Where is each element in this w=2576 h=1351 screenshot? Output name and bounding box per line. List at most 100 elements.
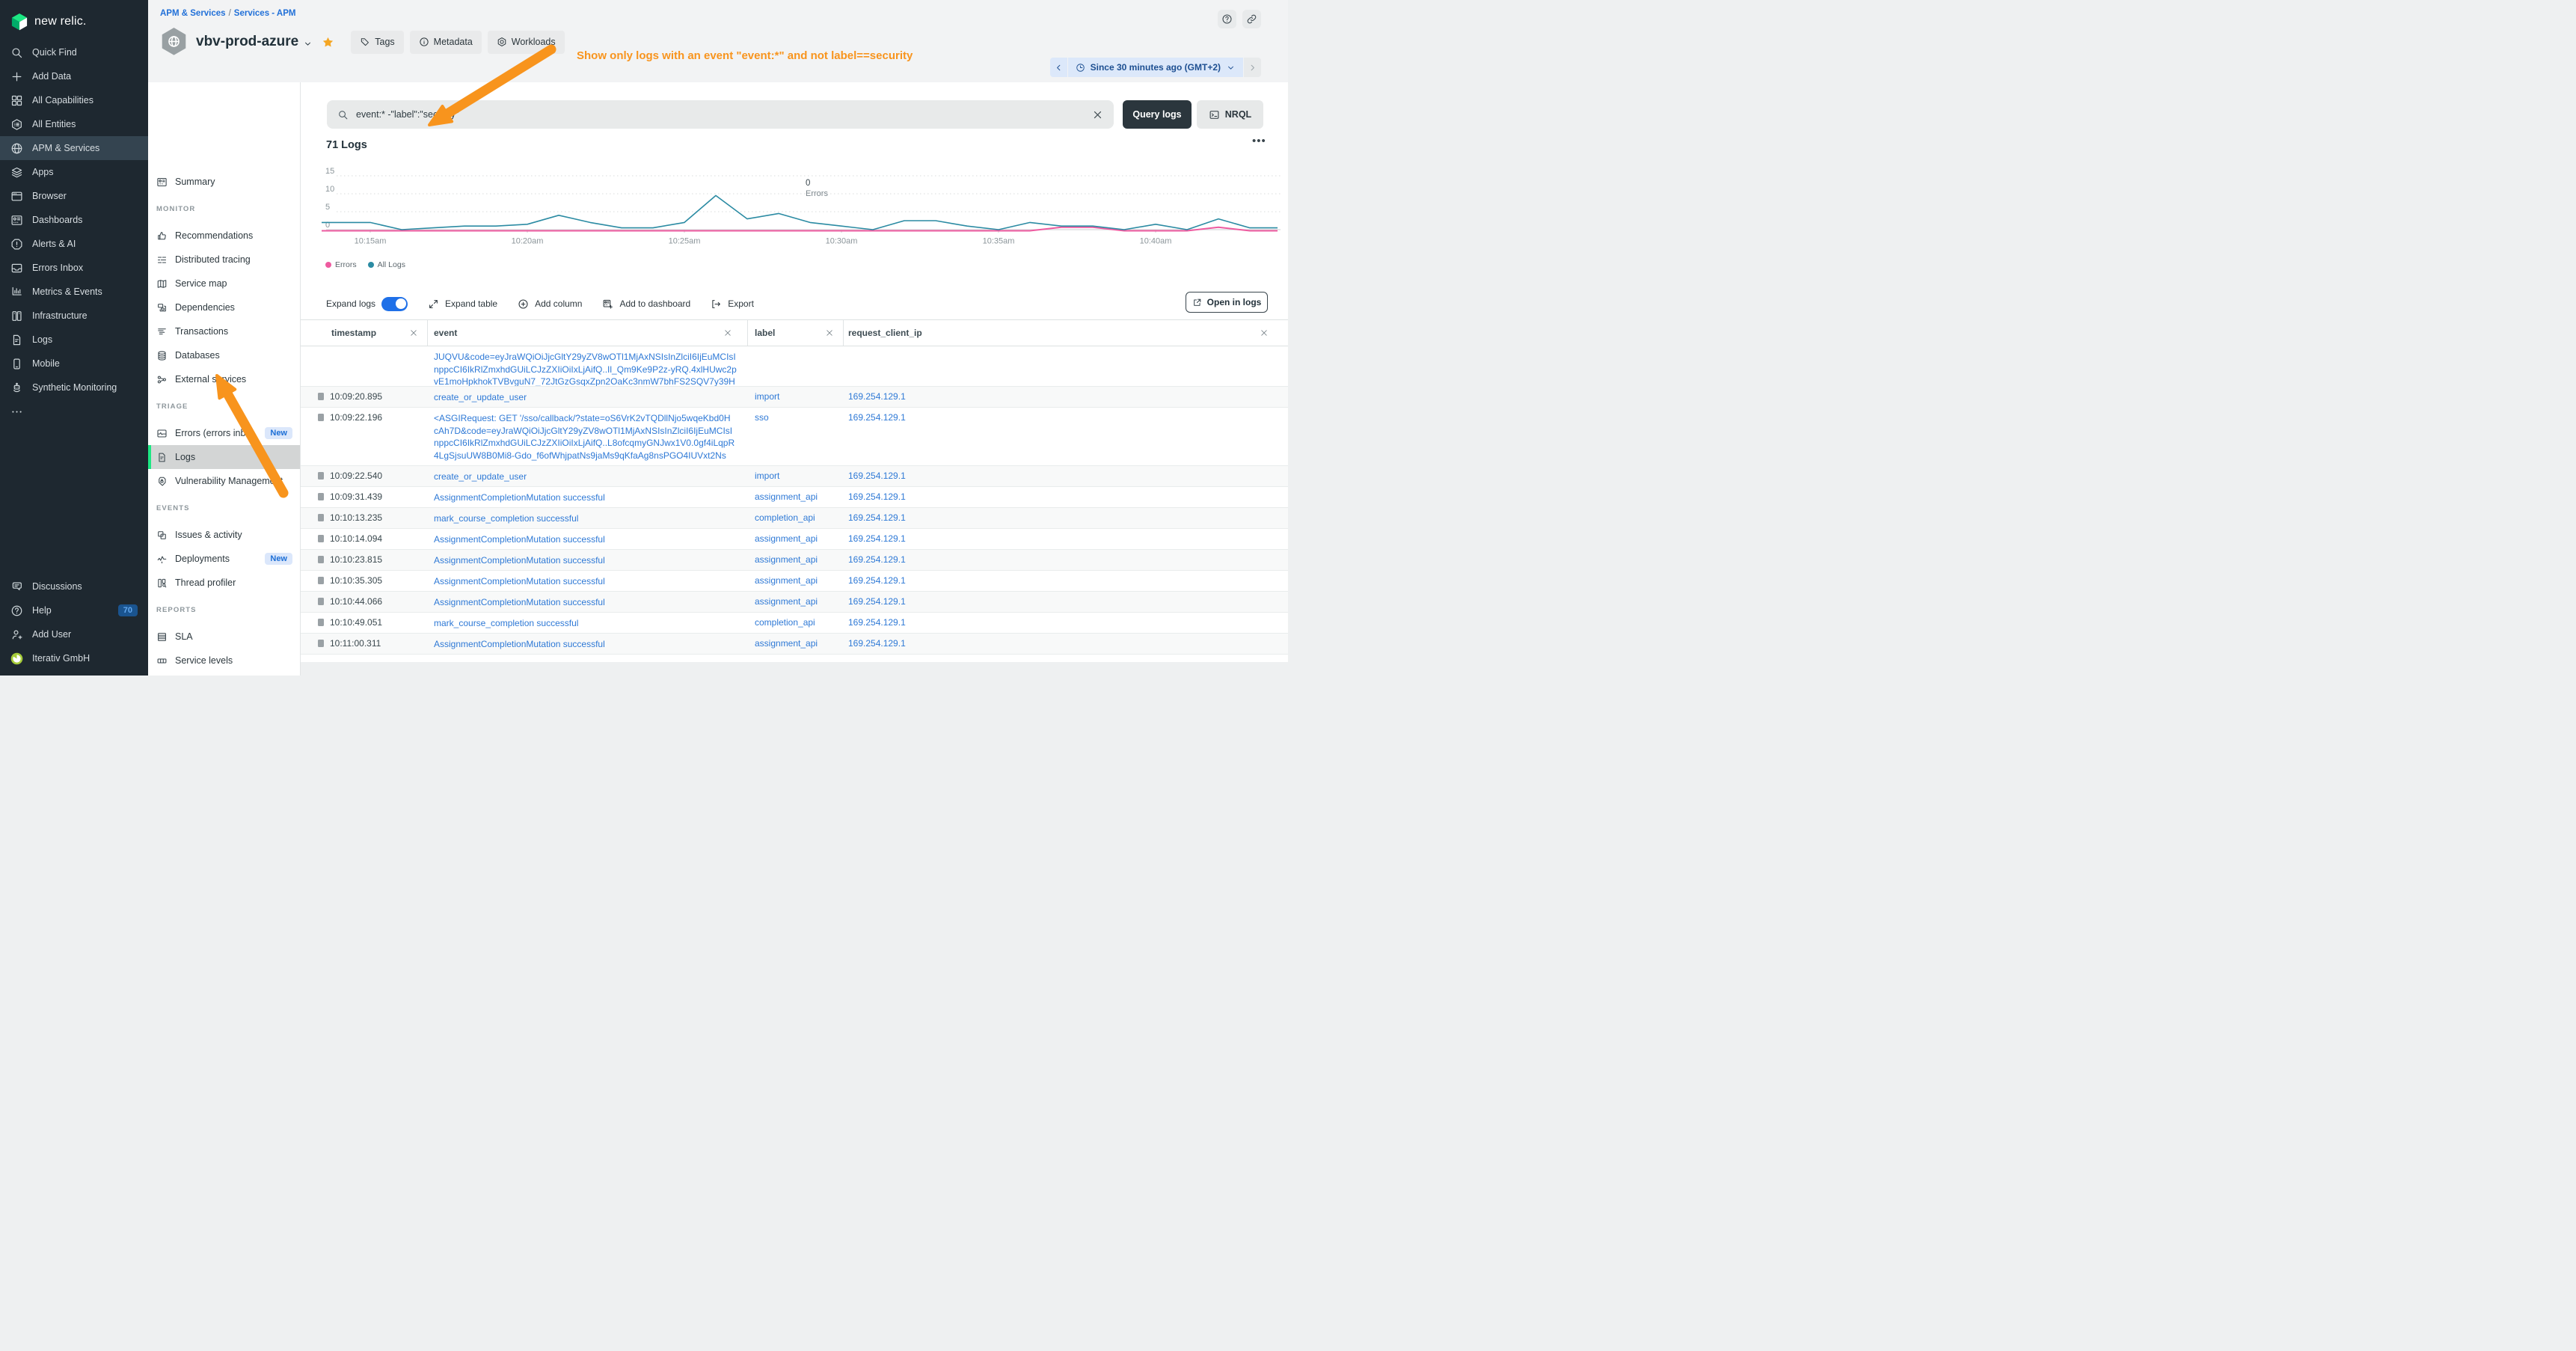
ip-link[interactable]: 169.254.129.1 [848, 575, 906, 586]
table-row[interactable]: 10:09:22.540create_or_update_userimport1… [301, 466, 1288, 487]
event-link[interactable]: 4LgSjsuUW8B0Mi8-Gdo_f6ofWhjpatNs9jaMs9qK… [434, 450, 748, 462]
event-link[interactable]: <ASGIRequest: GET '/sso/callback/?state=… [434, 412, 748, 425]
table-row[interactable]: 10:09:22.196<ASGIRequest: GET '/sso/call… [301, 408, 1288, 466]
expand-logs-toggle[interactable] [381, 297, 408, 311]
legend-item-all-logs[interactable]: All Logs [368, 260, 405, 269]
sidebar-item-infrastructure[interactable]: Infrastructure [0, 304, 148, 328]
table-row[interactable]: 10:09:31.439AssignmentCompletionMutation… [301, 487, 1288, 508]
sidebar-item-errors-inbox[interactable]: Errors Inbox [0, 256, 148, 280]
subnav-item-summary[interactable]: Summary [148, 170, 300, 194]
table-row[interactable]: 10:10:23.815AssignmentCompletionMutation… [301, 550, 1288, 571]
remove-column-icon[interactable] [825, 328, 834, 337]
sidebar-item-more[interactable] [0, 399, 148, 423]
subnav-item-thread-profiler[interactable]: Thread profiler [148, 571, 300, 595]
subnav-item-service-levels[interactable]: Service levels [148, 649, 300, 673]
ip-link[interactable]: 169.254.129.1 [848, 471, 906, 481]
event-link[interactable]: create_or_update_user [434, 471, 748, 483]
sidebar-item-quick-find[interactable]: Quick Find [0, 40, 148, 64]
label-link[interactable]: import [755, 391, 779, 402]
open-in-logs-button[interactable]: Open in logs [1186, 292, 1268, 313]
subnav-item-issues-activity[interactable]: Issues & activity [148, 523, 300, 547]
chart-options-menu[interactable]: ••• [1252, 135, 1266, 147]
event-link[interactable]: JUQVU&code=eyJraWQiOiJjcGltY29yZV8wOTl1M… [434, 351, 748, 364]
sidebar-item-all-capabilities[interactable]: All Capabilities [0, 88, 148, 112]
event-link[interactable]: cAh7D&code=eyJraWQiOiJjcGltY29yZV8wOTl1M… [434, 425, 748, 438]
subnav-item-logs[interactable]: Logs [148, 445, 300, 469]
label-link[interactable]: assignment_api [755, 554, 818, 565]
subnav-item-dependencies[interactable]: Dependencies [148, 295, 300, 319]
time-range-button[interactable]: Since 30 minutes ago (GMT+2) [1068, 58, 1243, 77]
remove-column-icon[interactable] [723, 328, 732, 337]
export-button[interactable]: Export [711, 298, 754, 310]
subnav-item-transactions[interactable]: Transactions [148, 319, 300, 343]
title-chevron-down-icon[interactable] [303, 39, 313, 49]
label-link[interactable]: completion_api [755, 512, 815, 523]
event-link[interactable]: AssignmentCompletionMutation successful [434, 491, 748, 504]
add-to-dashboard-button[interactable]: Add to dashboard [602, 298, 690, 310]
sidebar-item-add-user[interactable]: Add User [0, 622, 148, 646]
table-row[interactable]: 10:10:49.051mark_course_completion succe… [301, 613, 1288, 634]
sidebar-item-help[interactable]: Help70 [0, 598, 148, 622]
table-row[interactable]: JUQVU&code=eyJraWQiOiJjcGltY29yZV8wOTl1M… [301, 346, 1288, 387]
subnav-item-recommendations[interactable]: Recommendations [148, 224, 300, 248]
time-back-button[interactable] [1050, 58, 1067, 77]
subnav-item-service-map[interactable]: Service map [148, 272, 300, 295]
subnav-item-scalability[interactable]: Scalability [148, 673, 300, 676]
remove-column-icon[interactable] [1260, 328, 1269, 337]
tags-button[interactable]: Tags [351, 31, 403, 54]
legend-item-errors[interactable]: Errors [325, 260, 357, 269]
sidebar-item-iterativ-gmbh[interactable]: Iterativ GmbH [0, 646, 148, 670]
event-link[interactable]: mark_course_completion successful [434, 617, 748, 630]
sidebar-item-apm-services[interactable]: APM & Services [0, 136, 148, 160]
event-link[interactable]: AssignmentCompletionMutation successful [434, 554, 748, 567]
newrelic-logo[interactable]: new relic. [0, 0, 148, 40]
help-circle-button[interactable] [1218, 10, 1236, 28]
sidebar-item-metrics-events[interactable]: Metrics & Events [0, 280, 148, 304]
breadcrumb-services-apm[interactable]: Services - APM [234, 9, 296, 18]
sidebar-item-alerts-ai[interactable]: Alerts & AI [0, 232, 148, 256]
sidebar-item-add-data[interactable]: Add Data [0, 64, 148, 88]
table-row[interactable]: 10:10:14.094AssignmentCompletionMutation… [301, 529, 1288, 550]
sidebar-item-discussions[interactable]: Discussions [0, 575, 148, 598]
log-query-input[interactable] [356, 109, 1085, 120]
ip-link[interactable]: 169.254.129.1 [848, 533, 906, 544]
sidebar-item-browser[interactable]: Browser [0, 184, 148, 208]
subnav-item-errors-errors-inb[interactable]: Errors (errors inb...New [148, 421, 300, 445]
subnav-item-external-services[interactable]: External services [148, 367, 300, 391]
sidebar-item-dashboards[interactable]: Dashboards [0, 208, 148, 232]
sidebar-item-apps[interactable]: Apps [0, 160, 148, 184]
table-row[interactable]: 10:10:44.066AssignmentCompletionMutation… [301, 592, 1288, 613]
label-link[interactable]: assignment_api [755, 638, 818, 649]
subnav-item-vulnerability-management[interactable]: Vulnerability Management [148, 469, 300, 493]
label-link[interactable]: import [755, 471, 779, 481]
remove-column-icon[interactable] [409, 328, 418, 337]
ip-link[interactable]: 169.254.129.1 [848, 412, 906, 423]
subnav-item-deployments[interactable]: DeploymentsNew [148, 547, 300, 571]
sidebar-item-synthetic-monitoring[interactable]: Synthetic Monitoring [0, 376, 148, 399]
workloads-button[interactable]: Workloads [488, 31, 565, 54]
add-column-button[interactable]: Add column [518, 298, 582, 310]
event-link[interactable]: AssignmentCompletionMutation successful [434, 596, 748, 609]
ip-link[interactable]: 169.254.129.1 [848, 554, 906, 565]
subnav-item-distributed-tracing[interactable]: Distributed tracing [148, 248, 300, 272]
ip-link[interactable]: 169.254.129.1 [848, 512, 906, 523]
ip-link[interactable]: 169.254.129.1 [848, 596, 906, 607]
label-link[interactable]: assignment_api [755, 533, 818, 544]
sidebar-item-mobile[interactable]: Mobile [0, 352, 148, 376]
event-link[interactable]: AssignmentCompletionMutation successful [434, 533, 748, 546]
table-row[interactable]: 10:11:00.311AssignmentCompletionMutation… [301, 634, 1288, 655]
label-link[interactable]: sso [755, 412, 769, 423]
event-link[interactable]: create_or_update_user [434, 391, 748, 404]
subnav-item-databases[interactable]: Databases [148, 343, 300, 367]
ip-link[interactable]: 169.254.129.1 [848, 491, 906, 502]
expand-table-button[interactable]: Expand table [428, 298, 497, 310]
label-link[interactable]: assignment_api [755, 575, 818, 586]
event-link[interactable]: vE1moHpkhokTVBvguN7_72JtGzGsqxZpn2OaKc3n… [434, 376, 748, 386]
label-link[interactable]: completion_api [755, 617, 815, 628]
ip-link[interactable]: 169.254.129.1 [848, 391, 906, 402]
clear-query-button[interactable] [1092, 109, 1103, 120]
event-link[interactable]: nppcCI6IkRlZmxhdGUiLCJzZXIiOiIxLjAifQ..I… [434, 364, 748, 376]
copy-link-button[interactable] [1242, 10, 1261, 28]
query-logs-button[interactable]: Query logs [1123, 100, 1192, 129]
label-link[interactable]: assignment_api [755, 491, 818, 502]
